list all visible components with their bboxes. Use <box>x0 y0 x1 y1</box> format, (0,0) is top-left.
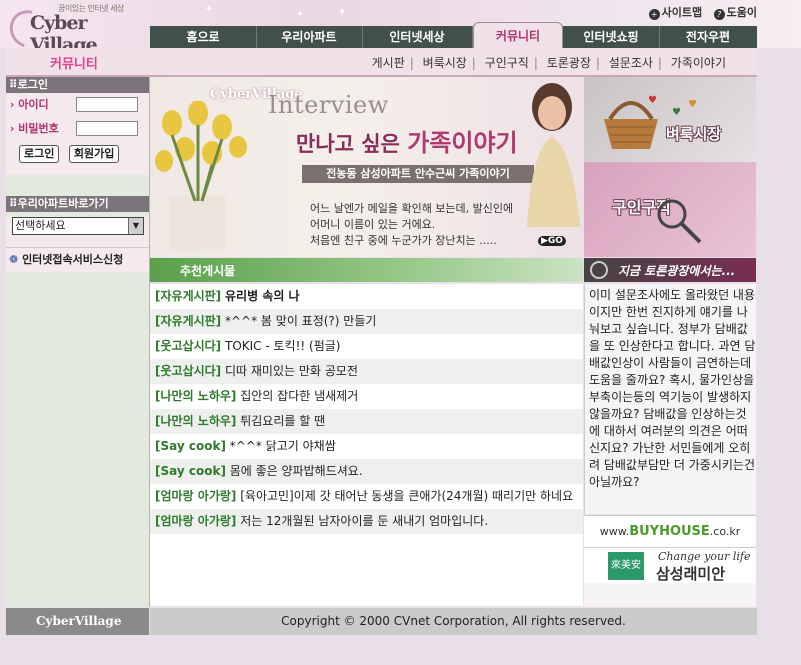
debate-text[interactable]: 이미 설문조사에도 올라왔던 내용이지만 한번 진지하게 얘기를 나눠보고 싶습… <box>584 284 756 514</box>
list-item[interactable]: [나만의 노하우] 튀김요리를 할 땐 <box>150 409 583 434</box>
flea-market-ad[interactable]: ♥ ♥ ♥ 벼룩시장 <box>584 77 756 162</box>
service-link[interactable]: ❁ 인터넷접속서비스신청 <box>6 247 149 272</box>
tab-email[interactable]: 전자우편 <box>659 26 757 48</box>
debate-heading: 지금 토론광장에서는... <box>584 258 756 282</box>
id-input[interactable] <box>76 97 138 112</box>
section-title: 커뮤니티 <box>50 57 98 72</box>
subnav-jobs[interactable]: 구인구직 <box>480 56 534 70</box>
footer-logo: CyberVillage <box>6 608 149 635</box>
apt-select[interactable]: 선택하세요 ▼ <box>12 217 144 235</box>
subnav-survey[interactable]: 설문조사 <box>604 56 658 70</box>
id-row: › 아이디 <box>6 93 149 117</box>
banner-text: 어느 날엔가 메일을 확인해 보는데, 발신인에 어머니 이름이 있는 거에요.… <box>310 202 514 247</box>
heart-icon: ♥ <box>648 95 657 106</box>
buyhouse-link[interactable]: www.BUYHOUSE.co.kr <box>584 515 756 548</box>
recommended-heading: 추천게시물 <box>150 258 583 282</box>
tab-home[interactable]: 홈으로 <box>150 26 257 48</box>
list-item[interactable]: [자유게시판] *^^* 봄 맞이 표정(?) 만들기 <box>150 309 583 334</box>
banner-interview: Interview <box>268 91 389 119</box>
divider: | <box>533 56 538 70</box>
apt-select-value: 선택하세요 <box>15 219 66 232</box>
apt-heading: ⠿우리아파트바로가기 <box>6 196 149 212</box>
chevron-down-icon: ▼ <box>128 218 143 234</box>
help-icon: ? <box>713 9 725 20</box>
tab-internet-world[interactable]: 인터넷세상 <box>362 26 473 48</box>
sub-nav: 게시판 | 벼룩시장 | 구인구직 | 토론광장 | 설문조사 | 가족이야기 <box>367 54 731 71</box>
subnav-family-stories[interactable]: 가족이야기 <box>666 56 731 70</box>
sparkle-icon: ✦ <box>205 4 214 15</box>
tab-shopping[interactable]: 인터넷쇼핑 <box>563 26 660 48</box>
sparkle-icon: ✦ <box>338 7 347 18</box>
password-input[interactable] <box>76 121 138 136</box>
main-nav: 홈으로 우리아파트 인터넷세상 커뮤니티 인터넷쇼핑 전자우편 <box>150 22 757 49</box>
raemian-link[interactable]: 來美安 Change your life 삼성래미안 <box>584 547 756 584</box>
site-logo[interactable]: 꿈이있는 인터넷 세상 Cyber Village <box>2 2 148 56</box>
service-link-label: 인터넷접속서비스신청 <box>22 253 124 266</box>
divider: | <box>409 56 414 70</box>
sub-nav-bar: 커뮤니티 게시판 | 벼룩시장 | 구인구직 | 토론광장 | 설문조사 | 가족이야기 <box>6 48 757 77</box>
interview-banner[interactable]: CyberVillage Interview 만나고 싶은 가족이야기 전농동 … <box>150 77 583 257</box>
footer-copyright: Copyright © 2000 CVnet Corporation, All … <box>150 608 757 635</box>
subnav-flea-market[interactable]: 벼룩시장 <box>418 56 472 70</box>
login-box: › 아이디 › 비밀번호 로그인 회원가입 <box>6 93 149 175</box>
list-item[interactable]: [자유게시판] 유리병 속의 나 <box>150 284 583 309</box>
list-item[interactable]: [웃고삽시다] 디따 재미있는 만화 공모전 <box>150 359 583 384</box>
apt-box: 선택하세요 ▼ <box>6 217 149 247</box>
list-item[interactable]: [Say cook] 몸에 좋은 양파밥해드셔요. <box>150 459 583 484</box>
divider: | <box>595 56 600 70</box>
join-button[interactable]: 회원가입 <box>68 145 120 163</box>
banner-subtitle: 전농동 삼성아파트 안수근씨 가족이야기 <box>302 165 534 183</box>
flower-icon: ❁ <box>9 253 19 266</box>
recommended-list: [자유게시판] 유리병 속의 나 [자유게시판] *^^* 봄 맞이 표정(?)… <box>150 284 583 606</box>
jobs-ad[interactable]: 구인구직 <box>584 162 756 257</box>
heart-icon: ♥ <box>672 107 681 118</box>
tulip-vase-image <box>155 101 247 251</box>
help-link[interactable]: ? 도움이 <box>713 4 757 20</box>
login-heading: ⠿로그인 <box>6 77 149 93</box>
flea-market-label: 벼룩시장 <box>666 125 722 143</box>
list-item[interactable]: [엄마랑 아가랑] 저는 12개월된 남자아이를 둔 새내기 엄마입니다. <box>150 509 583 534</box>
raemian-name: 삼성래미안 <box>656 565 726 583</box>
list-item[interactable]: [Say cook] *^^* 닭고기 야채쌈 <box>150 434 583 459</box>
sitemap-link[interactable]: + 사이트맵 <box>648 4 702 20</box>
banner-headline: 만나고 싶은 가족이야기 <box>296 129 518 157</box>
divider: | <box>657 56 662 70</box>
id-label: 아이디 <box>18 98 49 111</box>
search-icon <box>590 261 608 279</box>
list-item[interactable]: [엄마랑 아가랑] [육아고민]이제 갓 태어난 동생을 큰애가(24개월) 때… <box>150 484 583 509</box>
pw-row: › 비밀번호 <box>6 117 149 141</box>
raemian-logo: 來美安 <box>608 552 644 580</box>
divider: | <box>471 56 476 70</box>
login-button[interactable]: 로그인 <box>19 145 60 163</box>
top-links: + 사이트맵 ? 도움이 <box>641 4 757 20</box>
debate-title: 지금 토론광장에서는... <box>618 264 736 278</box>
magnifier-icon <box>657 199 702 244</box>
sparkle-icon: ✦ <box>296 9 305 20</box>
raemian-tagline: Change your life <box>658 550 751 563</box>
sitemap-icon: + <box>648 9 660 20</box>
go-button[interactable]: ▶GO <box>538 236 566 246</box>
list-item[interactable]: [나만의 노하우] 집안의 잡다한 냄새제거 <box>150 384 583 409</box>
recommended-title: 추천게시물 <box>180 264 236 278</box>
subnav-debate[interactable]: 토론광장 <box>542 56 596 70</box>
list-item[interactable]: [웃고삽시다] TOKIC - 토킥!! (펌글) <box>150 334 583 359</box>
subnav-board[interactable]: 게시판 <box>367 56 410 70</box>
left-sidebar: ⠿로그인 › 아이디 › 비밀번호 로그인 회원가입 ⠿우리아파트바로가기 선택… <box>6 77 150 607</box>
pw-label: 비밀번호 <box>18 122 59 135</box>
tab-apartment[interactable]: 우리아파트 <box>256 26 363 48</box>
right-column-fill <box>584 583 756 607</box>
heart-icon: ♥ <box>688 99 697 110</box>
tab-community[interactable]: 커뮤니티 <box>473 22 563 49</box>
